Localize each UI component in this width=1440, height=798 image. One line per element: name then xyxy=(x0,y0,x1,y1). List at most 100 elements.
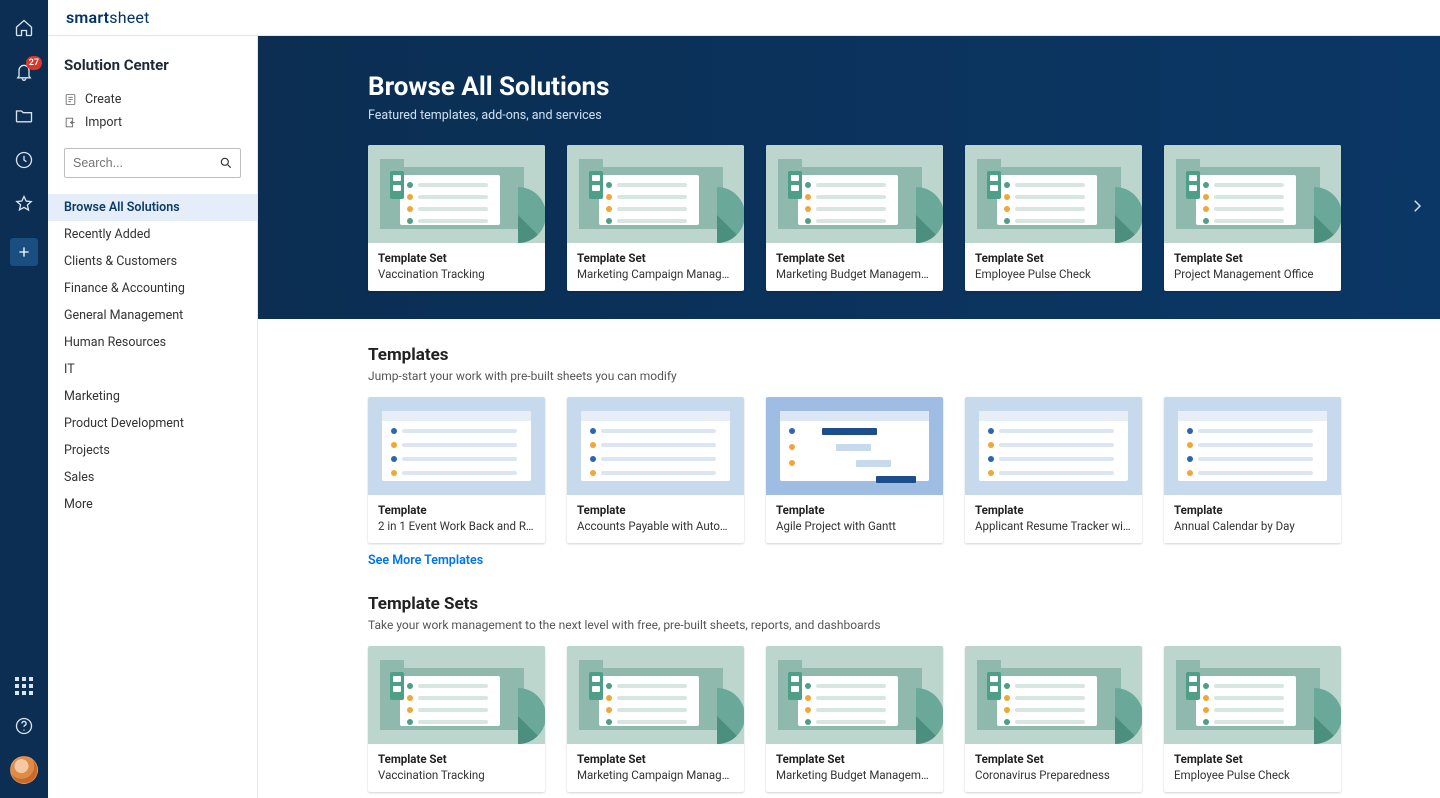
sidebar-item-general-management[interactable]: General Management xyxy=(48,302,257,329)
hero-card[interactable]: Template Set Employee Pulse Check xyxy=(965,145,1142,291)
hero-card[interactable]: Template SetProject Management Office xyxy=(1164,145,1341,291)
template-card[interactable]: TemplateAnnual Calendar by Day xyxy=(1164,397,1341,543)
template-thumb xyxy=(1164,397,1341,495)
template-set-thumb xyxy=(567,145,744,243)
search-icon xyxy=(219,156,233,170)
template-set-card[interactable]: Template SetCoronavirus Preparedness xyxy=(965,646,1142,792)
templates-section: Templates Jump-start your work with pre-… xyxy=(258,319,1440,568)
template-gantt-thumb xyxy=(766,397,943,495)
sidebar-item-finance-accounting[interactable]: Finance & Accounting xyxy=(48,275,257,302)
create-label: Create xyxy=(85,92,121,107)
template-card[interactable]: Template2 in 1 Event Work Back and RACI xyxy=(368,397,545,543)
card-kicker: Template Set xyxy=(378,752,535,766)
brand-part2: sheet xyxy=(109,8,149,27)
template-sets-cards: Template SetVaccination Tracking Templat… xyxy=(368,646,1380,792)
template-set-card[interactable]: Template Set Employee Pulse Check xyxy=(1164,646,1341,792)
import-action[interactable]: Import xyxy=(64,111,241,134)
body: Solution Center Create Import Browse All… xyxy=(48,36,1440,798)
home-icon[interactable] xyxy=(14,18,34,38)
sidebar-item-recently-added[interactable]: Recently Added xyxy=(48,221,257,248)
apps-icon[interactable] xyxy=(14,676,34,696)
card-title: Marketing Campaign Manage... xyxy=(577,768,734,782)
sidebar-title: Solution Center xyxy=(64,56,241,74)
see-more-templates[interactable]: See More Templates xyxy=(368,553,483,568)
sidebar-item-sales[interactable]: Sales xyxy=(48,464,257,491)
template-card[interactable]: TemplateApplicant Resume Tracker wit... xyxy=(965,397,1142,543)
card-title: Employee Pulse Check xyxy=(975,267,1132,281)
template-set-thumb xyxy=(766,646,943,744)
brand-bar: smartsheet xyxy=(48,0,1440,36)
app-rail: 27 xyxy=(0,0,48,798)
hero-card[interactable]: Template SetVaccination Tracking xyxy=(368,145,545,291)
sheet-icon xyxy=(64,93,77,106)
section-heading: Template Sets xyxy=(368,594,1380,614)
template-set-thumb xyxy=(1164,145,1341,243)
avatar[interactable] xyxy=(10,756,38,784)
main[interactable]: Browse All Solutions Featured templates,… xyxy=(258,36,1440,798)
sidebar-item-human-resources[interactable]: Human Resources xyxy=(48,329,257,356)
templates-cards: Template2 in 1 Event Work Back and RACI … xyxy=(368,397,1380,543)
card-title: Agile Project with Gantt xyxy=(776,519,933,533)
rail-bottom xyxy=(10,676,38,798)
card-title: Marketing Campaign Manage... xyxy=(577,267,734,281)
workspace: smartsheet Solution Center Create Import xyxy=(48,0,1440,798)
card-kicker: Template xyxy=(776,503,933,517)
card-kicker: Template Set xyxy=(577,251,734,265)
card-title: Coronavirus Preparedness xyxy=(975,768,1132,782)
card-title: 2 in 1 Event Work Back and RACI xyxy=(378,519,535,533)
card-kicker: Template Set xyxy=(776,752,933,766)
import-icon xyxy=(64,116,77,129)
template-set-card[interactable]: Template Set Marketing Campaign Manage... xyxy=(567,646,744,792)
template-set-thumb xyxy=(965,646,1142,744)
folder-icon[interactable] xyxy=(14,106,34,126)
hero-card[interactable]: Template Set Marketing Campaign Manage... xyxy=(567,145,744,291)
template-set-card[interactable]: Template SetVaccination Tracking xyxy=(368,646,545,792)
sidebar-item-projects[interactable]: Projects xyxy=(48,437,257,464)
card-kicker: Template Set xyxy=(378,251,535,265)
sidebar-item-product-development[interactable]: Product Development xyxy=(48,410,257,437)
template-thumb xyxy=(368,397,545,495)
sidebar-item-it[interactable]: IT xyxy=(48,356,257,383)
card-title: Employee Pulse Check xyxy=(1174,768,1331,782)
card-kicker: Template Set xyxy=(975,251,1132,265)
recents-icon[interactable] xyxy=(14,150,34,170)
sidebar-nav: Browse All Solutions Recently Added Clie… xyxy=(48,194,257,518)
search-wrap xyxy=(64,148,241,178)
sidebar-item-more[interactable]: More xyxy=(48,491,257,518)
hero-cards: Template SetVaccination Tracking Templat… xyxy=(368,145,1440,291)
card-title: Accounts Payable with Autom... xyxy=(577,519,734,533)
hero-subtitle: Featured templates, add-ons, and service… xyxy=(368,108,1440,123)
card-title: Marketing Budget Management xyxy=(776,768,933,782)
template-thumb xyxy=(965,397,1142,495)
hero-title: Browse All Solutions xyxy=(368,72,1440,102)
create-button[interactable] xyxy=(10,238,38,266)
sidebar-item-marketing[interactable]: Marketing xyxy=(48,383,257,410)
template-card[interactable]: Template Agile Project with Gantt xyxy=(766,397,943,543)
sidebar-item-clients-customers[interactable]: Clients & Customers xyxy=(48,248,257,275)
template-set-card[interactable]: Template Set Marketing Budget Management xyxy=(766,646,943,792)
import-label: Import xyxy=(85,115,122,130)
card-kicker: Template xyxy=(577,503,734,517)
card-kicker: Template Set xyxy=(1174,752,1331,766)
card-kicker: Template Set xyxy=(776,251,933,265)
template-card[interactable]: Template Accounts Payable with Autom... xyxy=(567,397,744,543)
favorites-icon[interactable] xyxy=(14,194,34,214)
hero-card[interactable]: Template Set Marketing Budget Management xyxy=(766,145,943,291)
sidebar-item-browse-all[interactable]: Browse All Solutions xyxy=(48,194,257,221)
sidebar: Solution Center Create Import Browse All… xyxy=(48,36,258,798)
search-input[interactable] xyxy=(64,148,241,178)
notifications-icon[interactable]: 27 xyxy=(14,62,34,82)
template-set-thumb xyxy=(766,145,943,243)
carousel-next-button[interactable] xyxy=(1408,197,1426,215)
card-title: Marketing Budget Management xyxy=(776,267,933,281)
create-action[interactable]: Create xyxy=(64,88,241,111)
help-icon[interactable] xyxy=(14,716,34,736)
card-kicker: Template Set xyxy=(577,752,734,766)
card-title: Project Management Office xyxy=(1174,267,1331,281)
template-set-thumb xyxy=(567,646,744,744)
section-subtitle: Jump-start your work with pre-built shee… xyxy=(368,369,1380,383)
card-kicker: Template xyxy=(975,503,1132,517)
template-thumb xyxy=(567,397,744,495)
template-sets-section: Template Sets Take your work management … xyxy=(258,568,1440,798)
brand-part1: smart xyxy=(66,8,109,27)
